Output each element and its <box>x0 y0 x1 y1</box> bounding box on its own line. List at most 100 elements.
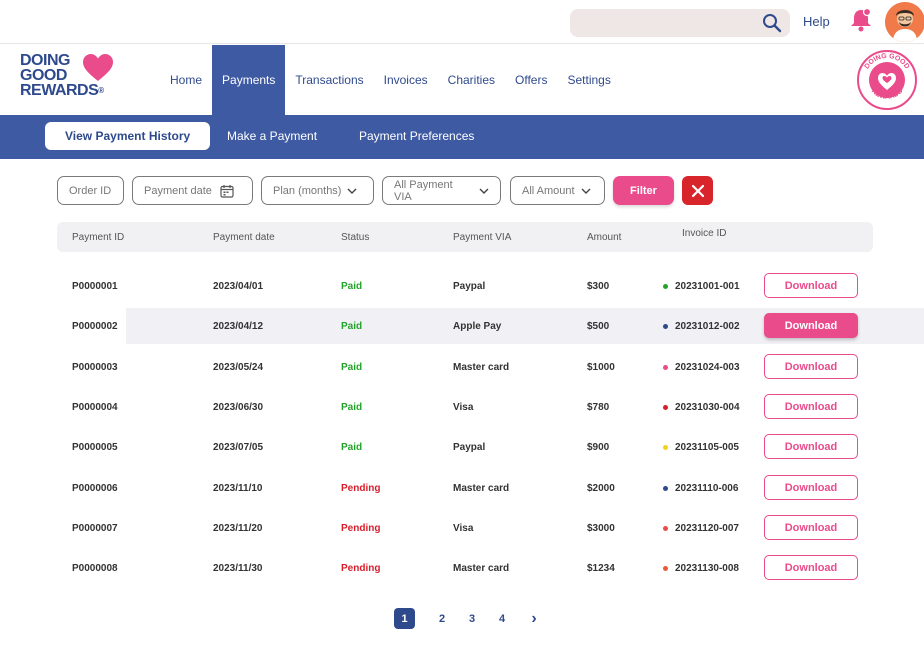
table-row[interactable]: P0000007 2023/11/20 Pending Visa $3000 202311… <box>57 510 924 546</box>
table-row[interactable]: P0000006 2023/11/10 Pending Master card $200… <box>57 470 924 506</box>
status-cell: Pending <box>341 482 381 494</box>
search-input[interactable] <box>570 9 750 37</box>
brand-logo[interactable]: DOING GOOD REWARDS® <box>20 53 130 105</box>
payment-via-cell: Visa <box>453 522 474 534</box>
header-amount: Amount <box>587 232 622 243</box>
amount-cell: $500 <box>587 320 610 332</box>
nav-item-charities[interactable]: Charities <box>438 45 505 115</box>
payment-date-cell: 2023/07/05 <box>213 441 264 453</box>
top-utility-bar: Help <box>0 0 924 44</box>
download-button[interactable]: Download <box>764 394 858 419</box>
nav-item-payments[interactable]: Payments <box>212 45 286 115</box>
notification-bell-icon[interactable] <box>849 7 873 33</box>
registered-mark: ® <box>98 86 104 95</box>
next-page-chevron-icon[interactable]: › <box>526 608 542 629</box>
table-row[interactable]: P0000002 2023/04/12 Paid Apple Pay $500 20231… <box>72 308 924 344</box>
payment-via-cell: Visa <box>453 401 474 413</box>
payment-date-cell: 2023/05/24 <box>213 361 264 373</box>
tab-payment-preferences[interactable]: Payment Preferences <box>359 122 474 150</box>
nav-item-settings[interactable]: Settings <box>557 45 620 115</box>
user-avatar[interactable] <box>885 2 924 42</box>
order-id-filter-label: Order ID <box>69 184 112 197</box>
plan-months-dropdown[interactable]: Plan (months) <box>261 176 374 205</box>
payment-date-cell: 2023/11/20 <box>213 522 263 534</box>
page-3-button[interactable]: 3 <box>464 608 480 629</box>
search-bar[interactable] <box>570 9 790 37</box>
brand-badge-logo: DOING GOOD REWARDS <box>857 50 917 110</box>
logo-line-3-wrap: REWARDS® <box>20 83 104 99</box>
page-2-button[interactable]: 2 <box>434 608 450 629</box>
status-dot-icon <box>663 444 668 450</box>
invoice-id-text: 20231130-008 <box>675 562 739 574</box>
amount-cell: $1234 <box>587 562 615 574</box>
header-payment-date: Payment date <box>213 232 275 243</box>
nav-item-transactions[interactable]: Transactions <box>285 45 373 115</box>
payment-date-filter[interactable]: Payment date <box>132 176 253 205</box>
invoice-id-text: 20231105-005 <box>675 441 739 453</box>
nav-item-home[interactable]: Home <box>160 45 212 115</box>
amount-cell: $3000 <box>587 522 615 534</box>
status-dot-icon <box>663 283 668 289</box>
status-cell: Paid <box>341 320 363 332</box>
help-link[interactable]: Help <box>803 14 830 29</box>
download-button[interactable]: Download <box>764 475 858 500</box>
invoice-id-cell: 20231105-005 <box>663 429 739 465</box>
chevron-down-icon <box>347 188 357 194</box>
payment-via-cell: Apple Pay <box>453 320 502 332</box>
order-id-filter[interactable]: Order ID <box>57 176 124 205</box>
status-cell: Paid <box>341 280 363 292</box>
download-button[interactable]: Download <box>764 515 858 540</box>
payment-via-dropdown[interactable]: All Payment VIA <box>382 176 501 205</box>
download-button[interactable]: Download <box>764 555 858 580</box>
sub-nav: View Payment History Make a Payment Paym… <box>0 115 924 159</box>
amount-cell: $900 <box>587 441 610 453</box>
nav-item-offers[interactable]: Offers <box>505 45 557 115</box>
nav-item-invoices[interactable]: Invoices <box>374 45 438 115</box>
tab-view-payment-history[interactable]: View Payment History <box>45 122 211 150</box>
table-row[interactable]: P0000008 2023/11/30 Pending Master card $123… <box>57 550 924 586</box>
page-4-button[interactable]: 4 <box>494 608 510 629</box>
payment-date-cell: 2023/04/01 <box>213 280 264 292</box>
table-row[interactable]: P0000004 2023/06/30 Paid Visa $780 20231030-0… <box>57 389 924 425</box>
amount-cell: $780 <box>587 401 610 413</box>
header-status: Status <box>341 232 370 243</box>
table-row[interactable]: P0000003 2023/05/24 Paid Master card $1000 20… <box>57 349 924 385</box>
status-cell: Pending <box>341 522 381 534</box>
chevron-down-icon <box>479 188 489 194</box>
table-header: Payment ID Payment date Status Payment V… <box>57 222 873 252</box>
download-button[interactable]: Download <box>764 354 858 379</box>
table-row[interactable]: P0000005 2023/07/05 Paid Paypal $900 20231105… <box>57 429 924 465</box>
amount-dropdown[interactable]: All Amount <box>510 176 605 205</box>
calendar-icon[interactable] <box>220 184 234 198</box>
payment-via-dropdown-label: All Payment VIA <box>394 178 453 203</box>
amount-dropdown-label: All Amount <box>522 184 575 197</box>
payment-date-filter-label: Payment date <box>144 184 212 197</box>
clear-filters-button[interactable] <box>682 176 713 205</box>
status-dot-icon <box>663 404 668 410</box>
download-button[interactable]: Download <box>764 273 858 298</box>
header-payment-via: Payment VIA <box>453 232 512 243</box>
payment-via-cell: Master card <box>453 562 510 574</box>
payment-via-cell: Paypal <box>453 280 486 292</box>
invoice-id-text: 20231012-002 <box>675 320 740 332</box>
payment-date-cell: 2023/06/30 <box>213 401 264 413</box>
page-1-button[interactable]: 1 <box>394 608 415 629</box>
invoice-id-text: 20231001-001 <box>675 280 740 292</box>
search-icon[interactable] <box>762 13 782 33</box>
download-button[interactable]: Download <box>764 313 858 338</box>
payment-id-cell: P0000006 <box>72 482 118 494</box>
payment-via-cell: Master card <box>453 482 510 494</box>
plan-months-dropdown-label: Plan (months) <box>273 184 342 197</box>
payment-id-cell: P0000005 <box>72 441 118 453</box>
main-nav: Home Payments Transactions Invoices Char… <box>160 45 621 115</box>
status-cell: Pending <box>341 562 381 574</box>
status-dot-icon <box>663 525 668 531</box>
download-button[interactable]: Download <box>764 434 858 459</box>
invoice-id-text: 20231120-007 <box>675 522 739 534</box>
tab-make-a-payment[interactable]: Make a Payment <box>227 122 317 150</box>
payment-id-cell: P0000007 <box>72 522 118 534</box>
filter-button[interactable]: Filter <box>613 176 674 205</box>
table-row[interactable]: P0000001 2023/04/01 Paid Paypal $300 20231001… <box>57 268 924 304</box>
status-dot-icon <box>663 323 668 329</box>
status-dot-icon <box>663 565 668 571</box>
